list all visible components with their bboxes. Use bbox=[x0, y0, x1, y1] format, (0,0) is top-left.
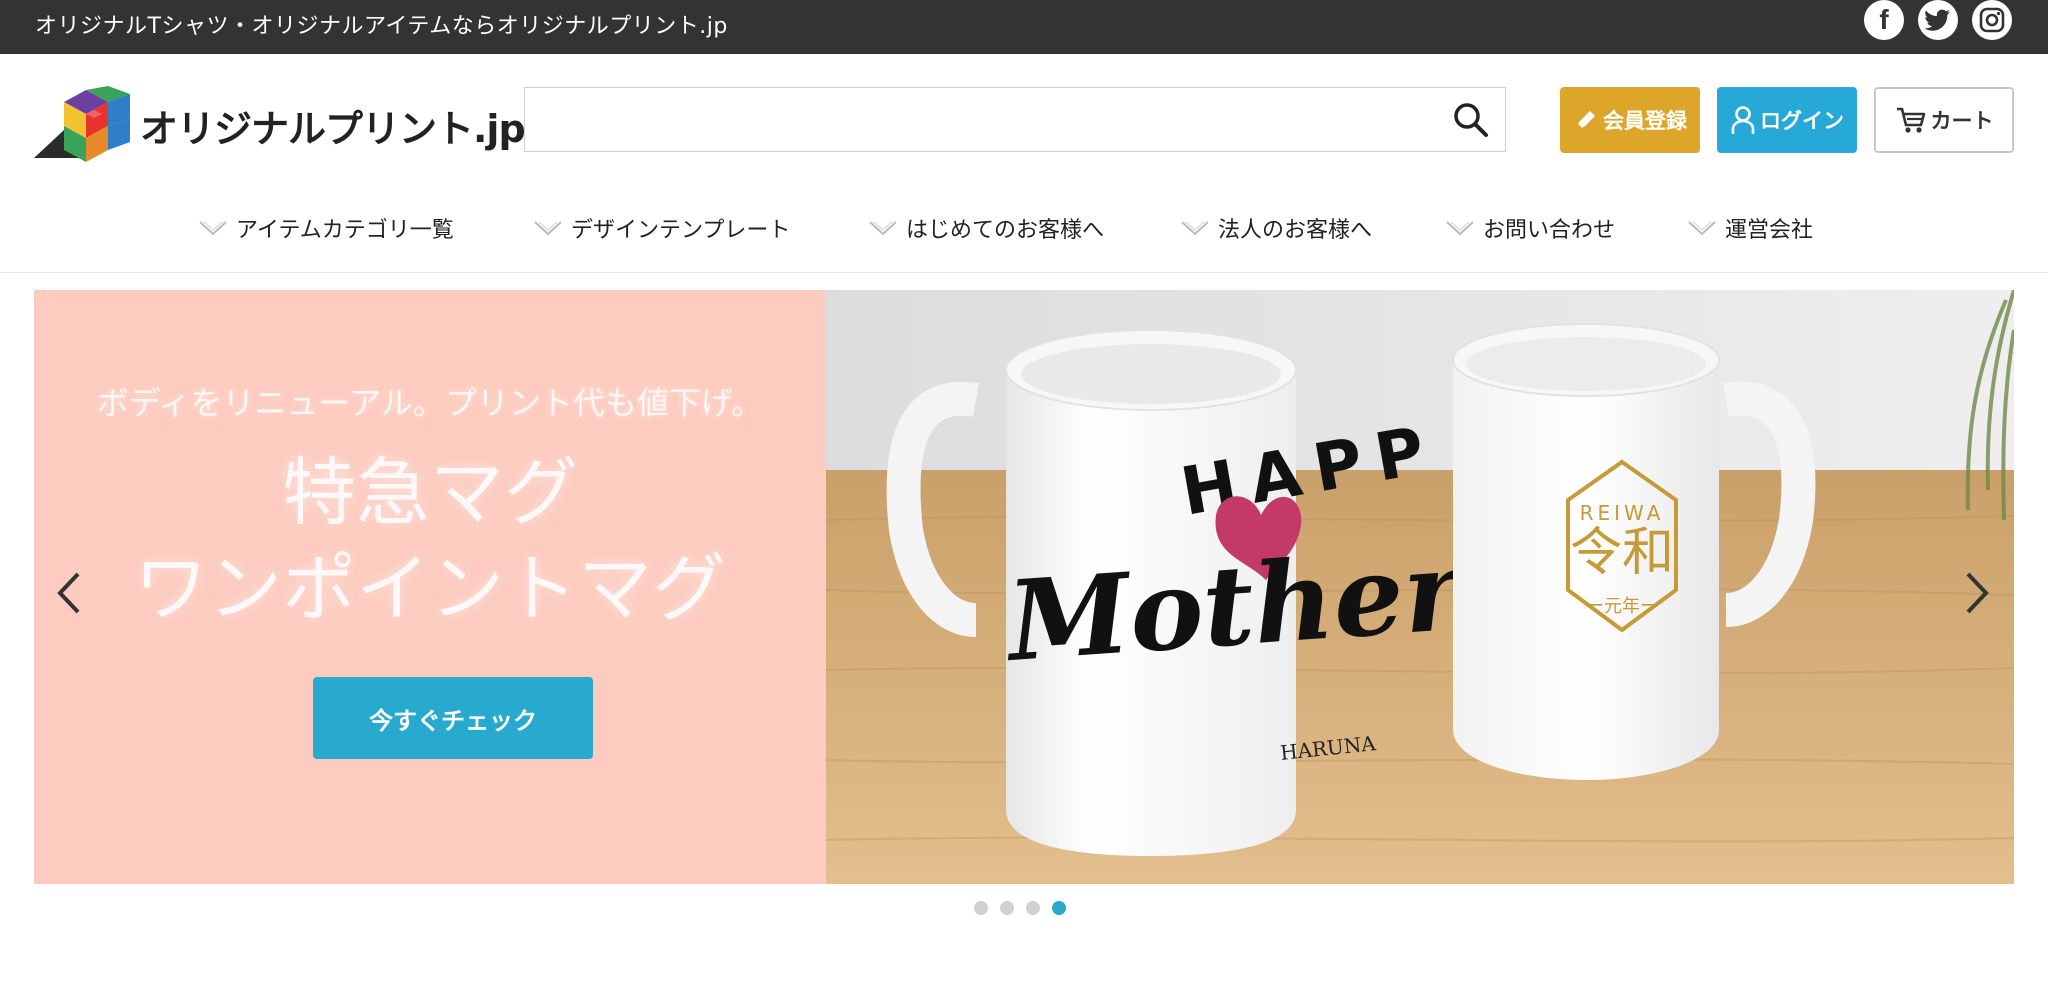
facebook-icon[interactable]: f bbox=[1864, 0, 1904, 40]
cart-label: カート bbox=[1930, 109, 1994, 133]
instagram-icon[interactable] bbox=[1972, 0, 2012, 40]
twitter-icon[interactable] bbox=[1918, 0, 1958, 40]
nav-item-contact[interactable]: お問い合わせ bbox=[1445, 212, 1615, 244]
chevron-down-icon bbox=[534, 221, 562, 236]
hero-subtitle: ボディをリニューアル。プリント代も値下げ。 bbox=[96, 384, 764, 422]
login-label: ログイン bbox=[1760, 109, 1844, 133]
chevron-down-icon bbox=[869, 221, 897, 236]
nav-label: はじめてのお客様へ bbox=[906, 218, 1105, 243]
nav-item-templates[interactable]: デザインテンプレート bbox=[533, 212, 790, 244]
chevron-down-icon bbox=[1181, 221, 1209, 236]
main-nav: アイテムカテゴリ一覧 デザインテンプレート はじめてのお客様へ 法人のお客様へ … bbox=[0, 200, 2048, 273]
nav-item-corporate[interactable]: 法人のお客様へ bbox=[1180, 212, 1372, 244]
search-icon[interactable] bbox=[1451, 100, 1491, 140]
user-icon bbox=[1731, 106, 1755, 134]
register-button[interactable]: 会員登録 bbox=[1560, 87, 1700, 153]
top-bar: オリジナルTシャツ・オリジナルアイテムならオリジナルプリント.jp f bbox=[0, 0, 2048, 54]
site-logo[interactable]: オリジナルプリント.jp bbox=[34, 86, 526, 164]
hero-title-line1: 特急マグ bbox=[282, 450, 578, 536]
login-button[interactable]: ログイン bbox=[1717, 87, 1857, 153]
hero-mug-image: HAPP Mother's HARUNA REIWA 令和 ー元年ー bbox=[826, 290, 2014, 884]
slide-dot-4[interactable] bbox=[1052, 901, 1066, 915]
mug2-text-top: REIWA bbox=[1580, 501, 1665, 525]
pen-icon bbox=[1577, 111, 1595, 129]
chevron-down-icon bbox=[1446, 221, 1474, 236]
slide-dot-1[interactable] bbox=[974, 901, 988, 915]
register-label: 会員登録 bbox=[1603, 109, 1687, 133]
hero-title-line2: ワンポイントマグ bbox=[134, 546, 726, 632]
nav-label: 法人のお客様へ bbox=[1218, 218, 1373, 243]
slide-dot-3[interactable] bbox=[1026, 901, 1040, 915]
mug2-text-bottom: ー元年ー bbox=[1586, 596, 1658, 617]
slide-dot-2[interactable] bbox=[1000, 901, 1014, 915]
nav-item-first-time[interactable]: はじめてのお客様へ bbox=[868, 212, 1104, 244]
chevron-down-icon bbox=[1688, 221, 1716, 236]
hero-text-panel: ボディをリニューアル。プリント代も値下げ。 特急マグ ワンポイントマグ 今すぐチ… bbox=[34, 290, 826, 884]
check-now-button[interactable]: 今すぐチェック bbox=[313, 677, 593, 759]
search-box bbox=[524, 87, 1506, 152]
nav-label: デザインテンプレート bbox=[571, 218, 791, 243]
mug2-text-main: 令和 bbox=[1570, 523, 1674, 583]
hero-slider: ボディをリニューアル。プリント代も値下げ。 特急マグ ワンポイントマグ 今すぐチ… bbox=[34, 290, 2014, 884]
next-slide-arrow[interactable] bbox=[1956, 568, 1996, 618]
previous-slide-arrow[interactable] bbox=[50, 568, 90, 618]
site-tagline: オリジナルTシャツ・オリジナルアイテムならオリジナルプリント.jp bbox=[35, 14, 728, 39]
search-input[interactable] bbox=[525, 88, 1457, 151]
hero-title: 特急マグ ワンポイントマグ bbox=[34, 445, 826, 637]
chevron-down-icon bbox=[199, 221, 227, 236]
nav-label: お問い合わせ bbox=[1483, 218, 1616, 243]
logo-text: オリジナルプリント.jp bbox=[140, 107, 526, 151]
nav-label: 運営会社 bbox=[1725, 218, 1814, 243]
cart-icon bbox=[1896, 107, 1925, 133]
logo-cube-icon bbox=[34, 86, 130, 162]
cart-button[interactable]: カート bbox=[1874, 87, 2014, 153]
nav-item-company[interactable]: 運営会社 bbox=[1687, 212, 1813, 244]
slider-dots bbox=[974, 901, 1078, 917]
nav-label: アイテムカテゴリ一覧 bbox=[236, 218, 454, 243]
nav-item-categories[interactable]: アイテムカテゴリ一覧 bbox=[198, 212, 454, 244]
